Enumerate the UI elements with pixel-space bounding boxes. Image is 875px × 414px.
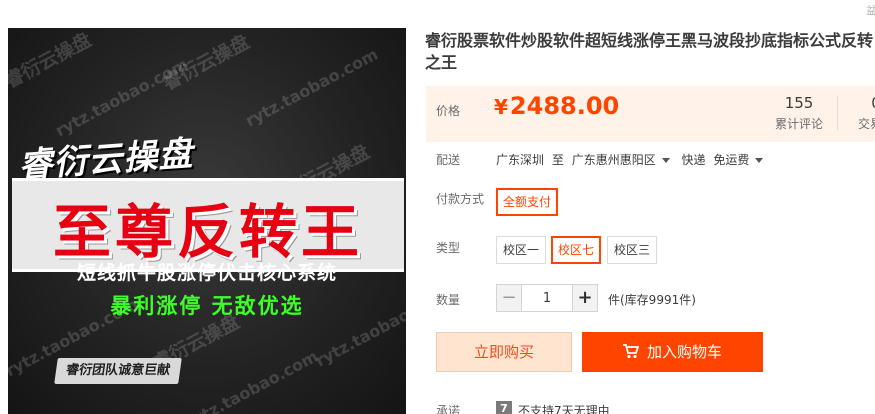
quantity-input[interactable] bbox=[522, 284, 572, 312]
trades-label: 交易成 bbox=[857, 117, 875, 131]
type-option[interactable]: 校区三 bbox=[607, 236, 658, 264]
price-label: 价格 bbox=[436, 104, 461, 118]
shipping-fee[interactable]: 免运费 bbox=[713, 153, 749, 167]
reviews-stat[interactable]: 155 累计评论 bbox=[775, 94, 839, 132]
price-amount: 2488.00 bbox=[509, 92, 620, 120]
shipping-destination[interactable]: 广东惠州惠阳区 bbox=[572, 153, 656, 167]
shipping-to-word: 至 bbox=[551, 153, 564, 167]
buy-now-button[interactable]: 立即购买 bbox=[436, 332, 572, 372]
payment-label: 付款方式 bbox=[436, 192, 485, 206]
add-to-cart-label: 加入购物车 bbox=[646, 343, 722, 361]
price-panel: 价格 ¥2488.00 155 累计评论 0 交易成 bbox=[426, 86, 875, 142]
product-page: 睿衍云操盘 rytz.taobao.com 睿衍云操盘 rytz.taobao.… bbox=[0, 0, 875, 414]
edge-glyph: 盆 bbox=[866, 4, 875, 17]
price-value: ¥2488.00 bbox=[494, 92, 619, 120]
product-title: 睿衍股票软件炒股软件超短线涨停王黑马波段抄底指标公式反转之王 bbox=[425, 31, 874, 72]
image-headline: 至尊反转王 bbox=[52, 198, 363, 266]
reviews-count: 155 bbox=[784, 94, 814, 112]
shopping-cart-icon bbox=[622, 343, 639, 358]
image-tagline: 暴利涨停 无敌优选 bbox=[110, 294, 304, 318]
image-subtitle: 短线抓牛股涨停伏击核心系统 bbox=[76, 262, 337, 284]
quantity-increase-button[interactable]: + bbox=[572, 284, 598, 312]
reviews-label: 累计评论 bbox=[775, 117, 824, 131]
quantity-stepper: − + bbox=[496, 284, 598, 312]
watermark: rytz.taobao.com bbox=[182, 346, 322, 414]
watermark: 睿衍云操盘 bbox=[8, 28, 96, 93]
shipping-info: 广东深圳 至 广东惠州惠阳区 快递 免运费 bbox=[496, 151, 771, 168]
shipping-method: 快递 bbox=[681, 153, 706, 167]
shipping-label: 配送 bbox=[436, 153, 461, 167]
type-option[interactable]: 校区一 bbox=[496, 236, 547, 264]
currency-symbol: ¥ bbox=[494, 95, 508, 119]
image-ribbon: 睿衍团队诚意巨献 bbox=[54, 358, 182, 384]
quantity-label: 数量 bbox=[436, 293, 461, 307]
chevron-down-icon[interactable] bbox=[661, 158, 670, 163]
seven-day-icon: 7 bbox=[496, 401, 512, 414]
promise-label: 承诺 bbox=[436, 404, 461, 414]
type-option-selected[interactable]: 校区七 bbox=[551, 236, 602, 264]
type-label: 类型 bbox=[436, 241, 461, 255]
chevron-down-icon[interactable] bbox=[755, 158, 764, 163]
payment-option-full[interactable]: 全额支付 bbox=[496, 188, 559, 216]
add-to-cart-button[interactable]: 加入购物车 bbox=[582, 332, 763, 372]
shipping-from: 广东深圳 bbox=[496, 153, 545, 167]
quantity-decrease-button[interactable]: − bbox=[496, 284, 522, 312]
product-main-image[interactable]: 睿衍云操盘 rytz.taobao.com 睿衍云操盘 rytz.taobao.… bbox=[8, 28, 406, 414]
watermark: rytz.taobao.com bbox=[242, 44, 382, 131]
trades-stat[interactable]: 0 交易成 bbox=[846, 94, 875, 132]
stock-info: 件(库存9991件) bbox=[608, 293, 696, 307]
promise-text[interactable]: 不支持7天无理由 bbox=[518, 402, 610, 414]
trades-count: 0 bbox=[846, 94, 875, 112]
